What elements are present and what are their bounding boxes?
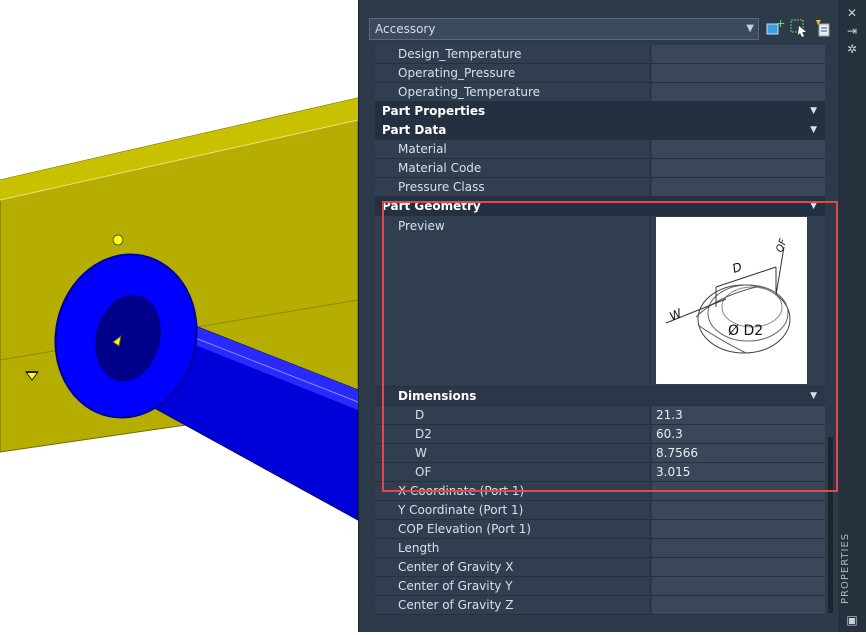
preview-label: Preview [375,216,651,386]
palette-side-title: PROPERTIES [840,532,851,604]
property-name: Center of Gravity Z [375,596,651,614]
vertical-scrollbar[interactable] [827,45,835,615]
property-name: D2 [375,425,651,443]
property-row[interactable]: Material Code [375,159,825,178]
property-name: Center of Gravity X [375,558,651,576]
dim-label-of: OF [774,237,789,254]
chevron-down-icon[interactable]: ▼ [810,121,817,140]
property-name: Operating_Pressure [375,64,651,82]
properties-palette: Accessory ▼ + Design_Temperature Operatin… [358,0,866,632]
property-name: X Coordinate (Port 1) [375,482,651,500]
property-name: D [375,406,651,424]
grip-point[interactable] [112,234,124,246]
svg-text:+: + [776,18,785,30]
category-part-properties[interactable]: Part Properties ▼ [375,102,825,121]
category-label: Dimensions [398,389,477,403]
property-value[interactable] [652,596,825,614]
property-grid: Design_Temperature Operating_Pressure Oper… [375,45,825,615]
property-name: OF [375,463,651,481]
category-label: Part Geometry [382,199,481,213]
part-preview-image: W D OF Ø D2 [656,217,807,384]
property-name: COP Elevation (Port 1) [375,520,651,538]
close-icon[interactable]: ✕ [844,5,860,21]
property-row[interactable]: W 8.7566 [375,444,825,463]
property-name: Length [375,539,651,557]
chevron-down-icon[interactable]: ▼ [810,387,817,406]
property-row[interactable]: D2 60.3 [375,425,825,444]
property-value[interactable]: 3.015 [652,463,825,481]
property-value[interactable] [652,558,825,576]
chevron-down-icon[interactable]: ▼ [810,102,817,121]
property-row[interactable]: Material [375,140,825,159]
preview-row: Preview W D OF Ø D2 [375,216,825,387]
category-part-geometry[interactable]: Part Geometry ▼ [375,197,825,216]
category-part-data[interactable]: Part Data ▼ [375,121,825,140]
auto-hide-icon[interactable]: ⇥ [844,23,860,39]
property-value[interactable]: 8.7566 [652,444,825,462]
scrollbar-thumb[interactable] [828,437,833,613]
settings-icon[interactable]: ✲ [844,41,860,57]
property-value[interactable] [652,520,825,538]
select-objects-icon[interactable] [789,18,809,38]
property-value[interactable]: 21.3 [652,406,825,424]
property-value[interactable] [652,45,825,63]
property-name: Center of Gravity Y [375,577,651,595]
property-row[interactable]: Pressure Class [375,178,825,197]
chevron-down-icon: ▼ [746,23,754,34]
property-row[interactable]: Center of Gravity X [375,558,825,577]
palette-title-bar[interactable]: ✕ ⇥ ✲ PROPERTIES ▣ [838,0,866,632]
property-name: W [375,444,651,462]
property-value[interactable] [652,178,825,196]
property-name: Material [375,140,651,158]
dim-label-d2: Ø D2 [728,323,763,339]
property-row[interactable]: OF 3.015 [375,463,825,482]
category-label: Part Properties [382,104,486,118]
property-value[interactable] [652,482,825,500]
property-row[interactable]: D 21.3 [375,406,825,425]
category-label: Part Data [382,123,447,137]
property-name: Pressure Class [375,178,651,196]
property-value[interactable] [652,140,825,158]
property-value[interactable] [652,577,825,595]
object-type-value: Accessory [375,22,436,36]
property-row[interactable]: COP Elevation (Port 1) [375,520,825,539]
property-name: Y Coordinate (Port 1) [375,501,651,519]
property-value[interactable] [652,83,825,101]
property-row[interactable]: Design_Temperature [375,45,825,64]
property-value[interactable] [652,501,825,519]
object-type-dropdown[interactable]: Accessory ▼ [369,18,759,40]
category-dimensions[interactable]: Dimensions ▼ [375,387,825,406]
property-value[interactable] [652,159,825,177]
property-row[interactable]: Length [375,539,825,558]
property-row[interactable]: Center of Gravity Y [375,577,825,596]
property-value[interactable]: 60.3 [652,425,825,443]
property-row[interactable]: Operating_Pressure [375,64,825,83]
quick-select-icon[interactable] [813,18,833,38]
property-row[interactable]: X Coordinate (Port 1) [375,482,825,501]
chevron-down-icon[interactable]: ▼ [810,197,817,216]
property-name: Design_Temperature [375,45,651,63]
property-name: Operating_Temperature [375,83,651,101]
property-value[interactable] [652,539,825,557]
toggle-pickadd-icon[interactable]: + [765,17,785,38]
dim-label-d: D [731,260,744,276]
palette-icon[interactable]: ▣ [844,612,860,628]
property-row[interactable]: Operating_Temperature [375,83,825,102]
property-row[interactable]: Y Coordinate (Port 1) [375,501,825,520]
property-name: Material Code [375,159,651,177]
property-row[interactable]: Center of Gravity Z [375,596,825,615]
property-value[interactable] [652,64,825,82]
